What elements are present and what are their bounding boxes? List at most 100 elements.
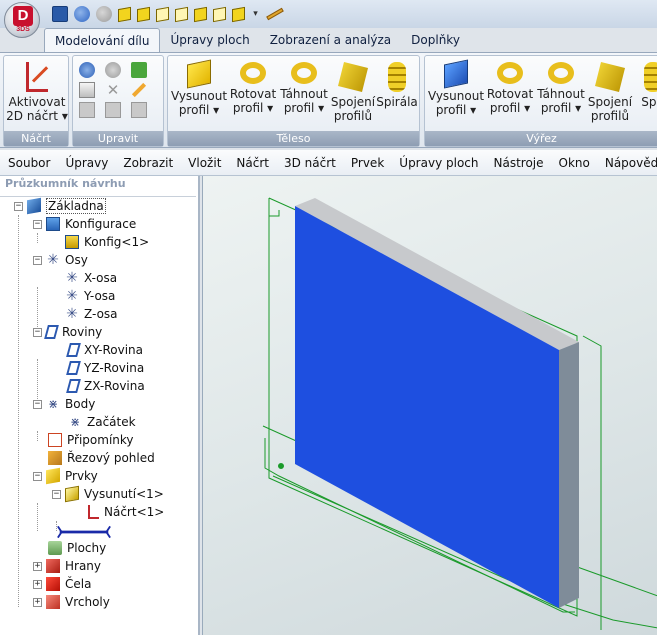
cut-extrude-button[interactable]: Vysunout profil ▾ (427, 59, 485, 130)
tree-node-zx-plane[interactable]: ZX-Rovina (66, 377, 145, 395)
menu-help[interactable]: Nápověda (597, 156, 657, 170)
vertices-icon (46, 595, 60, 609)
menu-surface-edit[interactable]: Úpravy ploch (391, 156, 485, 170)
tab-view-analysis[interactable]: Zobrazení a analýza (260, 28, 401, 52)
edit-pencil-icon[interactable] (131, 82, 147, 98)
3d-viewport[interactable] (202, 176, 657, 635)
tab-surface-edit[interactable]: Úpravy ploch (160, 28, 259, 52)
view-iso-icon[interactable] (232, 6, 245, 22)
tree-node-base[interactable]: − Základna (14, 197, 106, 215)
collapse-toggle[interactable]: − (33, 327, 42, 337)
cut-revolve-button[interactable]: Rotovat profil ▾ (485, 60, 535, 130)
view-left-icon[interactable] (156, 6, 169, 22)
quick-access-toolbar: ▾ (52, 5, 284, 23)
measure-icon[interactable] (266, 7, 284, 21)
menu-tools[interactable]: Nástroje (485, 156, 550, 170)
save-icon[interactable] (52, 6, 68, 22)
undo-icon[interactable] (74, 6, 90, 22)
expand-toggle[interactable]: + (33, 561, 42, 571)
tree-node-x-axis[interactable]: ✳ X-osa (65, 269, 117, 287)
menu-edit[interactable]: Úpravy (57, 156, 115, 170)
menu-sketch[interactable]: Náčrt (228, 156, 276, 170)
rollback-bar[interactable] (56, 525, 112, 539)
model-canvas[interactable] (203, 176, 657, 635)
tree-node-points[interactable]: − ⋇ Body (33, 395, 95, 413)
app-logo-button[interactable]: D 3DS (4, 2, 40, 38)
expand-toggle[interactable]: + (33, 579, 42, 589)
tree-node-surfaces[interactable]: Plochy (48, 539, 106, 557)
tree-node-annotations[interactable]: Připomínky (48, 431, 134, 449)
collapse-toggle[interactable]: − (52, 489, 61, 499)
tab-addins[interactable]: Doplňky (401, 28, 470, 52)
view-top-icon[interactable] (194, 6, 207, 22)
menu-feature[interactable]: Prvek (343, 156, 391, 170)
collapse-toggle[interactable]: − (33, 255, 42, 265)
menu-window[interactable]: Okno (551, 156, 597, 170)
tree-node-section-view[interactable]: Řezový pohled (48, 449, 155, 467)
extrude-icon (187, 59, 211, 89)
tree-node-features[interactable]: − Prvky (33, 467, 98, 485)
array-icon[interactable] (105, 102, 121, 118)
solid-sweep-button[interactable]: Táhnout profil ▾ (278, 60, 330, 130)
tree-node-edges[interactable]: + Hrany (33, 557, 101, 575)
paste-icon[interactable] (79, 102, 95, 118)
tree-node-xy-plane[interactable]: XY-Rovina (66, 341, 143, 359)
cut-loft-label-2: profilů (590, 109, 630, 123)
solid-helix-button[interactable]: Spirála (376, 60, 418, 130)
tree-node-vertices[interactable]: + Vrcholy (33, 593, 110, 611)
menu-bar: Soubor Úpravy Zobrazit Vložit Náčrt 3D n… (0, 150, 657, 176)
redo-icon[interactable] (96, 6, 112, 22)
node-label: Začátek (87, 415, 136, 429)
tree-node-y-axis[interactable]: ✳ Y-osa (65, 287, 115, 305)
tree-node-planes[interactable]: − Roviny (33, 323, 102, 341)
delete-icon[interactable]: ✕ (105, 82, 121, 98)
menu-view[interactable]: Zobrazit (115, 156, 180, 170)
sweep-label-1: Táhnout (280, 87, 328, 101)
axis-icon: ✳ (66, 306, 78, 322)
dropdown-icon[interactable]: ▾ (251, 6, 260, 22)
copy-icon[interactable] (79, 82, 95, 98)
tree-node-faces[interactable]: + Čela (33, 575, 91, 593)
tree-node-origin[interactable]: ⋇ Začátek (68, 413, 136, 431)
move-icon[interactable] (79, 62, 95, 78)
sketch-outline (582, 335, 602, 630)
menu-insert[interactable]: Vložit (180, 156, 228, 170)
cut-loft-label-1: Spojení (587, 95, 633, 109)
tree-node-sketch-1[interactable]: Náčrt<1> (88, 503, 164, 521)
view-front-icon[interactable] (118, 6, 131, 22)
pattern-icon[interactable] (131, 102, 147, 118)
tree-node-extrude-1[interactable]: − Vysunutí<1> (52, 485, 164, 503)
ribbon: Aktivovat 2D náčrt ▾ Náčrt ✕ Upravit Vys… (0, 52, 657, 148)
solid-loft-button[interactable]: Spojení profilů (330, 60, 376, 130)
view-right-icon[interactable] (175, 6, 188, 22)
configuration-icon (65, 235, 79, 249)
view-back-icon[interactable] (137, 6, 150, 22)
cut-sweep-button[interactable]: Táhnout profil ▾ (535, 60, 587, 130)
model-side-face[interactable] (559, 342, 579, 608)
cut-loft-button[interactable]: Spojení profilů (587, 60, 633, 130)
activate-2d-sketch-button[interactable]: Aktivovat 2D náčrt ▾ (6, 60, 68, 130)
menu-3d-sketch[interactable]: 3D náčrt (276, 156, 343, 170)
node-label: Řezový pohled (67, 451, 155, 465)
rotate-icon[interactable] (105, 62, 121, 78)
menu-file[interactable]: Soubor (0, 156, 57, 170)
solid-extrude-button[interactable]: Vysunout profil ▾ (170, 59, 228, 130)
tree-node-configurations[interactable]: − Konfigurace (33, 215, 136, 233)
collapse-toggle[interactable]: − (33, 471, 42, 481)
cut-helix-button[interactable]: Spir (633, 60, 657, 130)
view-bottom-icon[interactable] (213, 6, 226, 22)
mirror-icon[interactable] (131, 62, 147, 78)
collapse-toggle[interactable]: − (14, 201, 23, 211)
collapse-toggle[interactable]: − (33, 219, 42, 229)
tree-node-z-axis[interactable]: ✳ Z-osa (65, 305, 117, 323)
tree-node-config-1[interactable]: Konfig<1> (65, 233, 149, 251)
tree-node-yz-plane[interactable]: YZ-Rovina (66, 359, 145, 377)
tree-node-axes[interactable]: − ✳ Osy (33, 251, 88, 269)
solid-revolve-button[interactable]: Rotovat profil ▾ (228, 60, 278, 130)
collapse-toggle[interactable]: − (33, 399, 42, 409)
tab-part-modeling[interactable]: Modelování dílu (44, 28, 161, 52)
expand-toggle[interactable]: + (33, 597, 42, 607)
node-label: YZ-Rovina (84, 361, 145, 375)
node-label: Body (65, 397, 96, 411)
cut-extrude-label-2: profil (435, 103, 467, 117)
